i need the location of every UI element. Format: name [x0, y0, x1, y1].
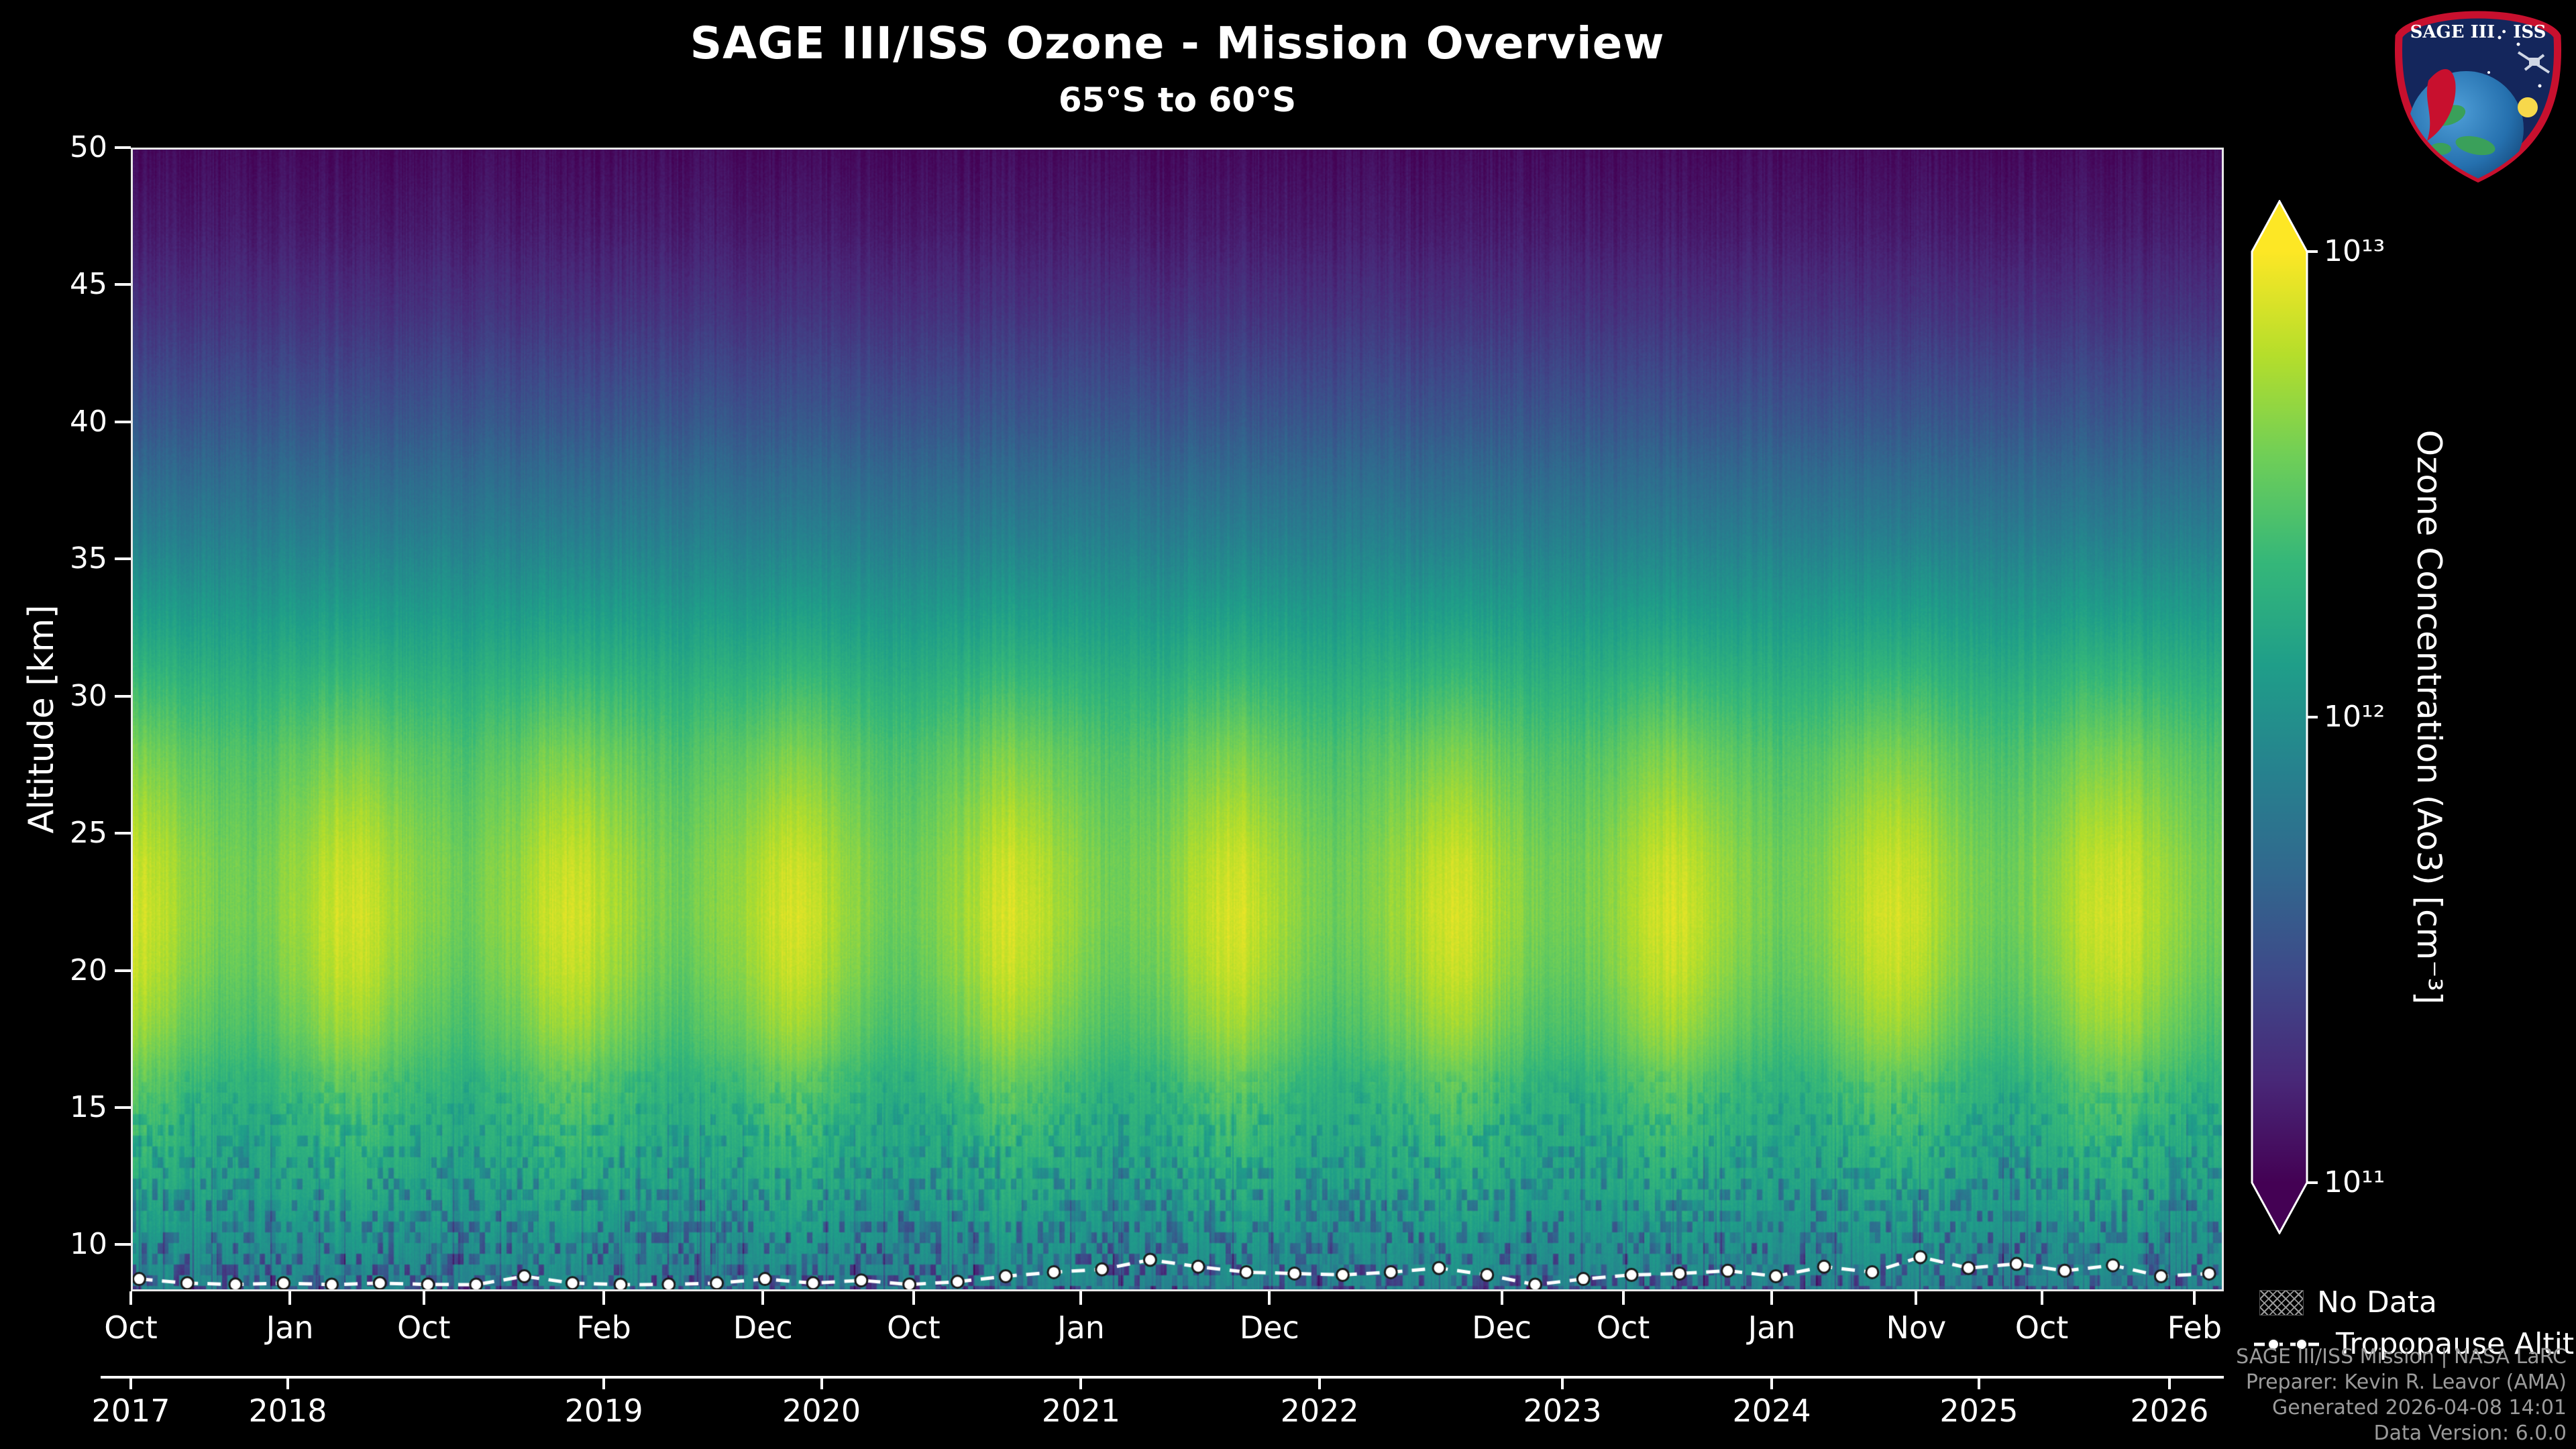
- x-axis-month-label: Dec: [709, 1309, 816, 1346]
- colorbar-tick-label: 10¹²: [2324, 700, 2385, 735]
- plot-spine-right: [2222, 148, 2224, 1291]
- x-axis-month-label: Oct: [1570, 1309, 1677, 1346]
- x-axis-year-label: 2017: [70, 1393, 191, 1429]
- y-axis-label: Altitude [km]: [21, 604, 62, 833]
- x-axis-month-tick: [1622, 1291, 1625, 1305]
- x-axis-month-label: Jan: [236, 1309, 343, 1346]
- y-axis-tick-label: 50: [30, 130, 107, 165]
- x-axis-month-tick: [129, 1291, 132, 1305]
- y-axis-tick-label: 35: [30, 541, 107, 576]
- x-axis-year-tick: [129, 1376, 132, 1389]
- colorbar-tick: [2307, 250, 2318, 253]
- credit-line: Data Version: 6.0.0: [2236, 1421, 2567, 1446]
- year-axis-line: [101, 1376, 2224, 1379]
- x-axis-month-label: Oct: [1988, 1309, 2096, 1346]
- x-axis-month-tick: [1770, 1291, 1773, 1305]
- x-axis-month-label: Feb: [550, 1309, 657, 1346]
- y-axis-tick-label: 10: [30, 1227, 107, 1262]
- x-axis-month-tick: [1079, 1291, 1082, 1305]
- x-axis-year-label: 2022: [1259, 1393, 1380, 1429]
- x-axis-year-tick: [1978, 1376, 1980, 1389]
- no-data-hatch-icon: [2259, 1290, 2304, 1316]
- x-axis-month-label: Oct: [370, 1309, 478, 1346]
- x-axis-month-label: Oct: [860, 1309, 967, 1346]
- colorbar-tick-label: 10¹³: [2324, 234, 2385, 269]
- x-axis-year-tick: [602, 1376, 605, 1389]
- x-axis-month-label: Nov: [1862, 1309, 1970, 1346]
- plot-spine-left: [131, 148, 133, 1291]
- logo-sun: [2518, 97, 2538, 117]
- sage-iii-iss-logo: SAGE III · ISS: [2387, 8, 2569, 186]
- x-axis-year-label: 2018: [227, 1393, 348, 1429]
- credit-line: Preparer: Kevin R. Leavor (AMA): [2236, 1370, 2567, 1395]
- colorbar-body: [2252, 201, 2307, 1233]
- y-axis-tick-label: 25: [30, 816, 107, 851]
- x-axis-year-label: 2019: [543, 1393, 664, 1429]
- heatmap-plot-area: [131, 148, 2224, 1291]
- colorbar-tick: [2307, 1181, 2318, 1184]
- x-axis-year-label: 2021: [1020, 1393, 1141, 1429]
- tropopause-overlay-canvas: [131, 148, 2224, 1291]
- x-axis-month-label: Jan: [1718, 1309, 1825, 1346]
- x-axis-month-tick: [761, 1291, 764, 1305]
- chart-subtitle: 65°S to 60°S: [131, 80, 2224, 119]
- y-axis-tick-label: 40: [30, 405, 107, 439]
- x-axis-month-tick: [2041, 1291, 2043, 1305]
- x-axis-year-tick: [1079, 1376, 1082, 1389]
- no-data-label: No Data: [2317, 1285, 2437, 1320]
- chart-title: SAGE III/ISS Ozone - Mission Overview: [131, 17, 2224, 69]
- x-axis-year-label: 2020: [761, 1393, 882, 1429]
- x-axis-month-label: Dec: [1448, 1309, 1556, 1346]
- x-axis-month-tick: [602, 1291, 605, 1305]
- y-axis-tick-label: 20: [30, 953, 107, 988]
- x-axis-year-tick: [1770, 1376, 1773, 1389]
- plot-spine-bottom: [131, 1289, 2224, 1291]
- y-axis-tick-label: 15: [30, 1090, 107, 1125]
- plot-spine-top: [131, 148, 2224, 150]
- y-axis-tick: [115, 421, 131, 423]
- x-axis-year-tick: [2168, 1376, 2171, 1389]
- x-axis-year-tick: [1318, 1376, 1321, 1389]
- x-axis-month-tick: [912, 1291, 915, 1305]
- credit-line: Generated 2026-04-08 14:01: [2236, 1395, 2567, 1421]
- y-axis-tick-label: 45: [30, 267, 107, 302]
- x-axis-year-label: 2023: [1502, 1393, 1623, 1429]
- y-axis-tick: [115, 1106, 131, 1109]
- x-axis-year-label: 2026: [2109, 1393, 2230, 1429]
- x-axis-month-label: Oct: [77, 1309, 184, 1346]
- legend-no-data: No Data: [2259, 1285, 2437, 1320]
- x-axis-year-label: 2024: [1711, 1393, 1832, 1429]
- x-axis-year-tick: [286, 1376, 289, 1389]
- colorbar-label: Ozone Concentration (Ao3) [cm⁻³]: [2410, 430, 2449, 1004]
- x-axis-month-tick: [1501, 1291, 1503, 1305]
- x-axis-year-tick: [820, 1376, 823, 1389]
- logo-text: SAGE III · ISS: [2410, 22, 2546, 42]
- x-axis-year-label: 2025: [1919, 1393, 2039, 1429]
- y-axis-tick-label: 30: [30, 679, 107, 714]
- x-axis-month-tick: [1915, 1291, 1917, 1305]
- colorbar: [2251, 200, 2308, 1234]
- x-axis-month-tick: [423, 1291, 425, 1305]
- x-axis-month-tick: [288, 1291, 291, 1305]
- credits-block: SAGE III/ISS Mission | NASA LaRC Prepare…: [2236, 1344, 2567, 1446]
- y-axis-tick: [115, 832, 131, 835]
- y-axis-tick: [115, 695, 131, 698]
- colorbar-tick: [2307, 716, 2318, 718]
- x-axis-month-label: Jan: [1027, 1309, 1134, 1346]
- x-axis-month-label: Feb: [2141, 1309, 2248, 1346]
- y-axis-tick: [115, 283, 131, 286]
- x-axis-month-tick: [2193, 1291, 2196, 1305]
- x-axis-month-tick: [1268, 1291, 1271, 1305]
- y-axis-tick: [115, 557, 131, 560]
- colorbar-tick-label: 10¹¹: [2324, 1165, 2385, 1200]
- figure: SAGE III/ISS Ozone - Mission Overview 65…: [0, 0, 2576, 1449]
- logo-earth: [2408, 71, 2524, 186]
- x-axis-year-tick: [1561, 1376, 1564, 1389]
- x-axis-month-label: Dec: [1216, 1309, 1323, 1346]
- credit-line: SAGE III/ISS Mission | NASA LaRC: [2236, 1344, 2567, 1370]
- y-axis-tick: [115, 1243, 131, 1246]
- y-axis-tick: [115, 969, 131, 972]
- y-axis-tick: [115, 146, 131, 149]
